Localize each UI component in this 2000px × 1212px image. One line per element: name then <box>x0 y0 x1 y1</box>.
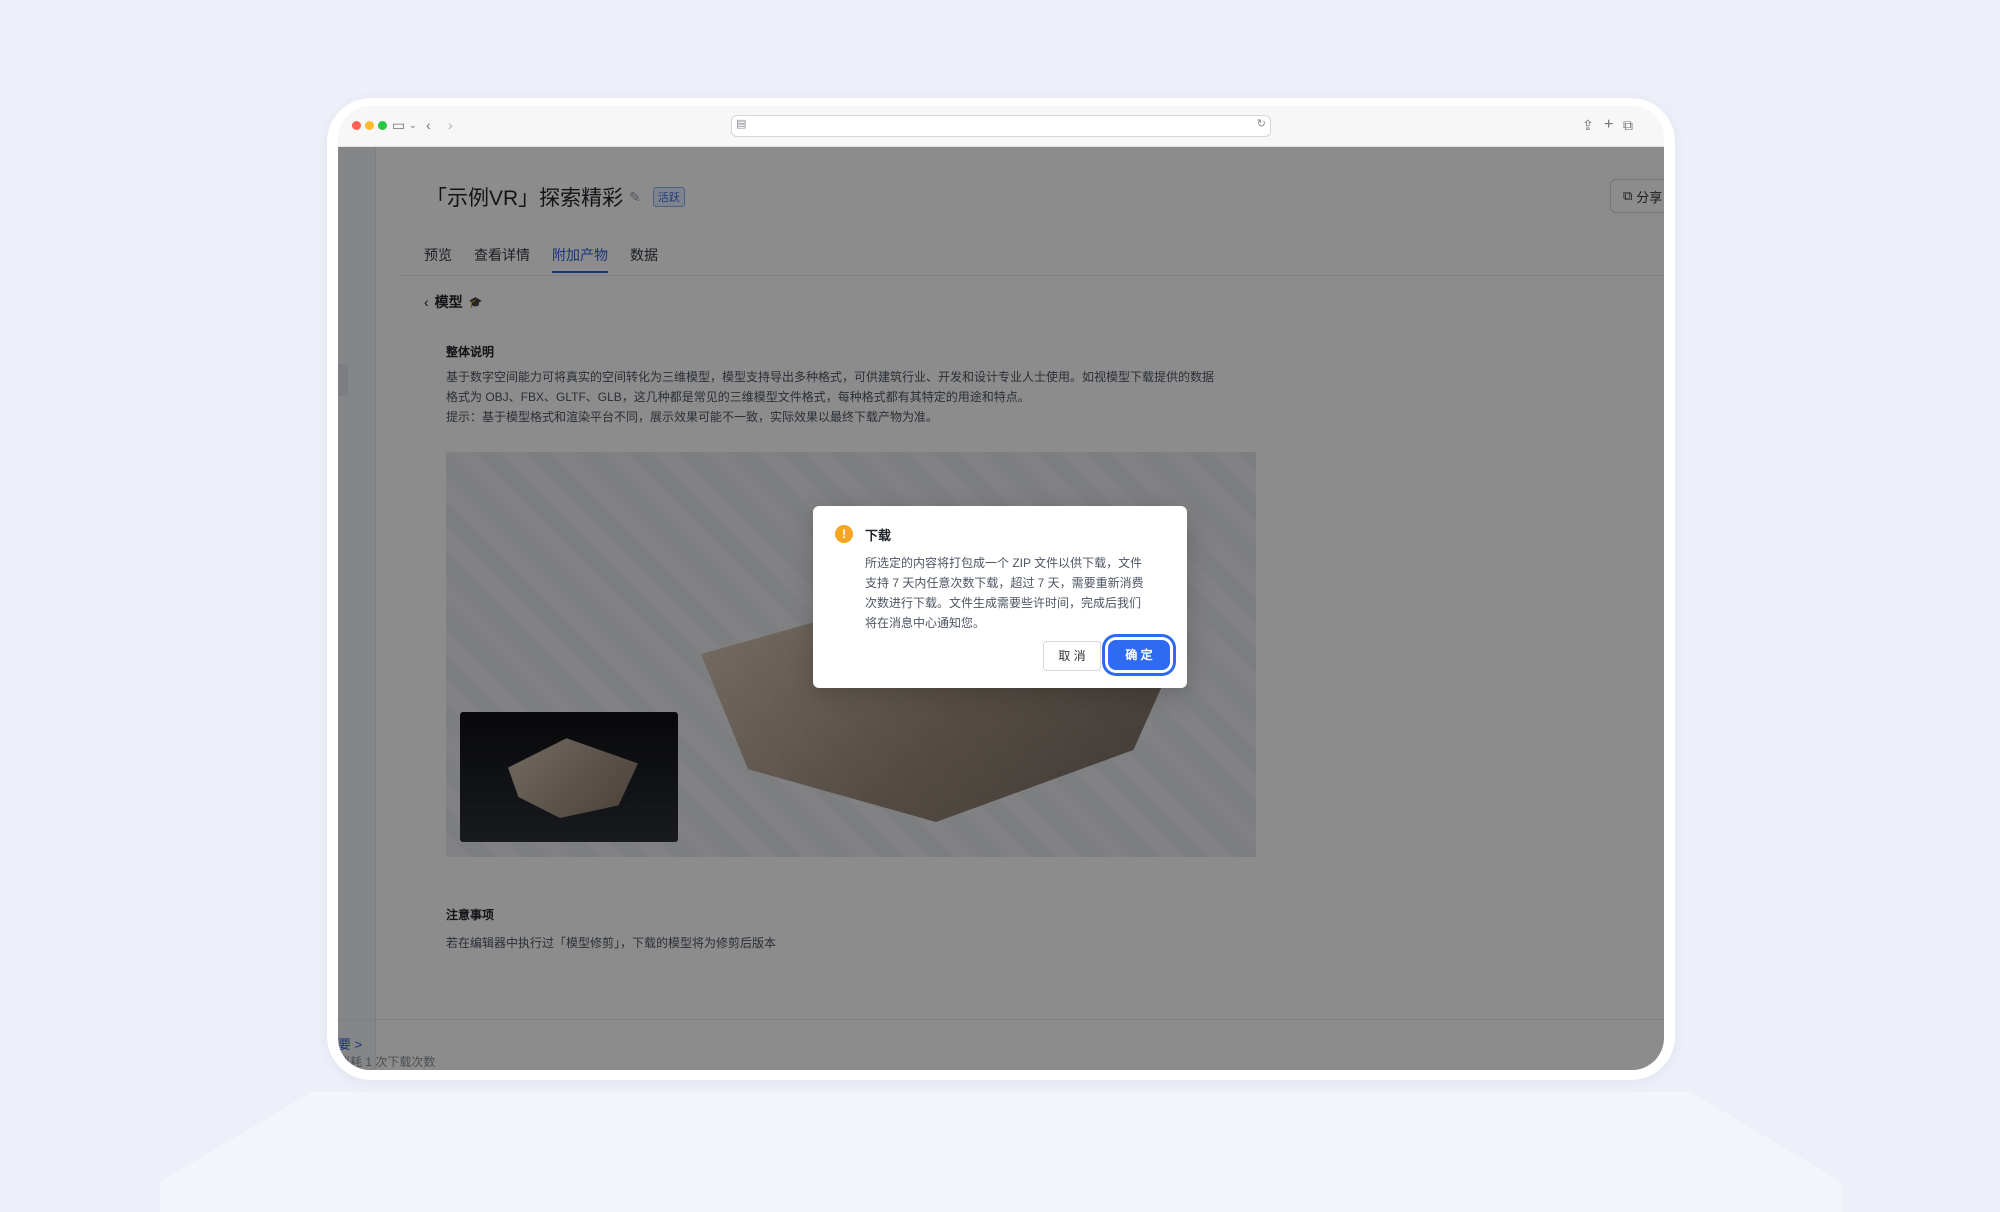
address-bar[interactable]: ▤ ↻ <box>731 115 1271 137</box>
forward-arrow-icon[interactable]: › <box>448 115 453 135</box>
close-window-button[interactable] <box>352 121 361 130</box>
share-icon[interactable]: ⇪ <box>1582 115 1594 135</box>
dialog-body-line: 所选定的内容将打包成一个 ZIP 文件以供下载，文件 <box>865 556 1143 570</box>
confirm-button[interactable]: 确 定 <box>1108 640 1170 670</box>
minimize-window-button[interactable] <box>365 121 374 130</box>
browser-toolbar: ▭ ⌄ ‹ › ▤ ↻ ⇪ + ⧉ <box>338 106 1664 147</box>
back-arrow-icon[interactable]: ‹ <box>426 115 431 135</box>
page-content: 「示例VR」探索精彩 ✎ 活跃 ⧉ 分享 预览 查看详情 附加产物 数据 ‹ 模… <box>338 147 1664 1070</box>
download-dialog: ! 下载 所选定的内容将打包成一个 ZIP 文件以供下载，文件 支持 7 天内任… <box>813 506 1187 688</box>
browser-window: ▭ ⌄ ‹ › ▤ ↻ ⇪ + ⧉ 「示例VR」探索精彩 ✎ 活跃 ⧉ 分享 预… <box>338 106 1664 1070</box>
dialog-body-line: 将在消息中心通知您。 <box>865 616 986 630</box>
zoom-window-button[interactable] <box>378 121 387 130</box>
sidebar-toggle-icon[interactable]: ▭ <box>392 115 405 135</box>
dialog-body-line: 支持 7 天内任意次数下载，超过 7 天，需要重新消费 <box>865 576 1144 590</box>
dialog-title: 下载 <box>865 528 892 543</box>
cancel-button[interactable]: 取 消 <box>1043 641 1101 671</box>
warning-icon: ! <box>835 525 853 543</box>
chevron-down-icon[interactable]: ⌄ <box>409 115 417 135</box>
new-tab-icon[interactable]: + <box>1604 115 1613 135</box>
reload-icon[interactable]: ↻ <box>1257 117 1266 130</box>
tab-overview-icon[interactable]: ⧉ <box>1623 115 1633 135</box>
page-icon: ▤ <box>736 118 747 130</box>
device-stand <box>160 1092 1842 1212</box>
dialog-body-line: 次数进行下载。文件生成需要些许时间，完成后我们 <box>865 596 1142 610</box>
dialog-body: 所选定的内容将打包成一个 ZIP 文件以供下载，文件 支持 7 天内任意次数下载… <box>865 553 1165 633</box>
